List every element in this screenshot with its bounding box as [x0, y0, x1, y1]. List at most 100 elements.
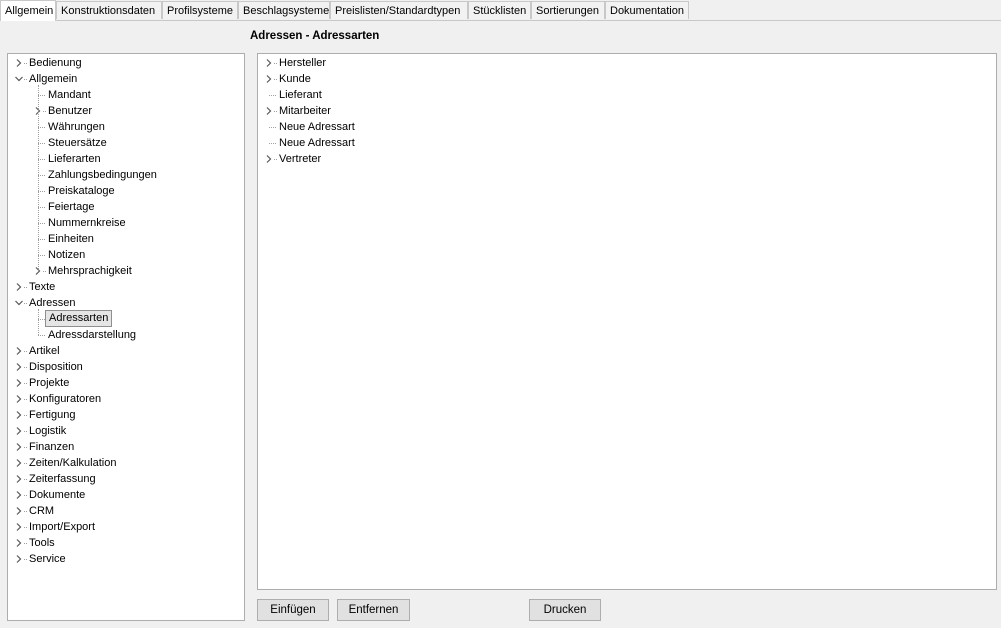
- chevron-right-icon[interactable]: [264, 55, 274, 71]
- tree-item-label[interactable]: Mandant: [45, 87, 94, 103]
- tree-item-label[interactable]: CRM: [26, 503, 57, 519]
- tree-item-label[interactable]: Hersteller: [276, 55, 329, 71]
- chevron-right-icon[interactable]: [14, 519, 24, 535]
- tree-item-mitarbeiter[interactable]: Mitarbeiter: [258, 103, 996, 119]
- chevron-down-icon[interactable]: [14, 71, 24, 87]
- tree-item-adressen[interactable]: Adressen: [8, 295, 244, 311]
- tree-item-label[interactable]: Adressarten: [45, 310, 113, 327]
- tree-item-label[interactable]: Nummernkreise: [45, 215, 129, 231]
- tree-item-dokumente[interactable]: Dokumente: [8, 487, 244, 503]
- tree-item-label[interactable]: Texte: [26, 279, 58, 295]
- chevron-right-icon[interactable]: [14, 343, 24, 359]
- tree-item-label[interactable]: Adressen: [26, 295, 78, 311]
- tree-item-allgemein[interactable]: Allgemein: [8, 71, 244, 87]
- tree-item-vertreter[interactable]: Vertreter: [258, 151, 996, 167]
- tree-item-notizen[interactable]: Notizen: [8, 247, 244, 263]
- chevron-right-icon[interactable]: [14, 375, 24, 391]
- tree-item-mehrsprachigkeit[interactable]: Mehrsprachigkeit: [8, 263, 244, 279]
- chevron-right-icon[interactable]: [14, 471, 24, 487]
- tree-item-label[interactable]: Steuersätze: [45, 135, 110, 151]
- chevron-right-icon[interactable]: [14, 503, 24, 519]
- tree-item-label[interactable]: Einheiten: [45, 231, 97, 247]
- chevron-right-icon[interactable]: [14, 535, 24, 551]
- chevron-down-icon[interactable]: [14, 295, 24, 311]
- tree-item-feiertage[interactable]: Feiertage: [8, 199, 244, 215]
- chevron-right-icon[interactable]: [264, 71, 274, 87]
- tree-item-disposition[interactable]: Disposition: [8, 359, 244, 375]
- tree-item-tools[interactable]: Tools: [8, 535, 244, 551]
- address-types-tree-panel[interactable]: Hersteller Kunde Lieferant Mitarbeiter Neue …: [257, 53, 997, 590]
- tree-item-projekte[interactable]: Projekte: [8, 375, 244, 391]
- chevron-right-icon[interactable]: [14, 391, 24, 407]
- tree-item-adressarten[interactable]: Adressarten: [8, 310, 244, 327]
- tree-item-hersteller[interactable]: Hersteller: [258, 55, 996, 71]
- tree-item-label[interactable]: Kunde: [276, 71, 314, 87]
- chevron-right-icon[interactable]: [264, 151, 274, 167]
- tree-item-mandant[interactable]: Mandant: [8, 87, 244, 103]
- tree-item-texte[interactable]: Texte: [8, 279, 244, 295]
- print-button[interactable]: Drucken: [529, 599, 601, 621]
- tree-item-finanzen[interactable]: Finanzen: [8, 439, 244, 455]
- chevron-right-icon[interactable]: [14, 551, 24, 567]
- tree-item-nummernkreise[interactable]: Nummernkreise: [8, 215, 244, 231]
- tree-item-zeiten-kalkulation[interactable]: Zeiten/Kalkulation: [8, 455, 244, 471]
- tree-item-label[interactable]: Zeiterfassung: [26, 471, 99, 487]
- chevron-right-icon[interactable]: [14, 455, 24, 471]
- chevron-right-icon[interactable]: [14, 55, 24, 71]
- tree-item-label[interactable]: Adressdarstellung: [45, 327, 139, 343]
- tree-item-label[interactable]: Projekte: [26, 375, 72, 391]
- tree-item-lieferarten[interactable]: Lieferarten: [8, 151, 244, 167]
- tree-item-label[interactable]: Allgemein: [26, 71, 80, 87]
- chevron-right-icon[interactable]: [14, 359, 24, 375]
- tree-item-label[interactable]: Benutzer: [45, 103, 95, 119]
- tree-item-label[interactable]: Finanzen: [26, 439, 77, 455]
- tab-preislisten[interactable]: Preislisten/Standardtypen: [330, 1, 468, 19]
- address-types-tree[interactable]: Hersteller Kunde Lieferant Mitarbeiter Neue …: [258, 54, 996, 589]
- chevron-right-icon[interactable]: [14, 487, 24, 503]
- tree-item-kunde[interactable]: Kunde: [258, 71, 996, 87]
- tab-beschlagsysteme[interactable]: Beschlagsysteme: [238, 1, 330, 19]
- tree-item-label[interactable]: Zeiten/Kalkulation: [26, 455, 119, 471]
- tree-item-waehrungen[interactable]: Währungen: [8, 119, 244, 135]
- tree-item-label[interactable]: Service: [26, 551, 69, 567]
- tree-item-label[interactable]: Fertigung: [26, 407, 78, 423]
- tree-item-label[interactable]: Zahlungsbedingungen: [45, 167, 160, 183]
- tree-item-label[interactable]: Artikel: [26, 343, 63, 359]
- tree-item-label[interactable]: Bedienung: [26, 55, 85, 71]
- tree-item-konfiguratoren[interactable]: Konfiguratoren: [8, 391, 244, 407]
- tree-item-benutzer[interactable]: Benutzer: [8, 103, 244, 119]
- chevron-right-icon[interactable]: [14, 407, 24, 423]
- tree-item-label[interactable]: Import/Export: [26, 519, 98, 535]
- tree-item-lieferant[interactable]: Lieferant: [258, 87, 996, 103]
- tree-item-adressdarstellung[interactable]: Adressdarstellung: [8, 327, 244, 343]
- tab-allgemein[interactable]: Allgemein: [0, 0, 56, 21]
- tree-item-artikel[interactable]: Artikel: [8, 343, 244, 359]
- tree-item-label[interactable]: Währungen: [45, 119, 108, 135]
- tree-item-neue-adressart[interactable]: Neue Adressart: [258, 135, 996, 151]
- navigation-tree-panel[interactable]: Bedienung Allgemein Mandant Benutzer Währung…: [7, 53, 245, 621]
- tree-item-label[interactable]: Lieferarten: [45, 151, 104, 167]
- tree-item-fertigung[interactable]: Fertigung: [8, 407, 244, 423]
- chevron-right-icon[interactable]: [14, 423, 24, 439]
- tree-item-label[interactable]: Konfiguratoren: [26, 391, 104, 407]
- insert-button[interactable]: Einfügen: [257, 599, 329, 621]
- tree-item-preiskataloge[interactable]: Preiskataloge: [8, 183, 244, 199]
- tab-stuecklisten[interactable]: Stücklisten: [468, 1, 531, 19]
- tab-sortierungen[interactable]: Sortierungen: [531, 1, 605, 19]
- tree-item-service[interactable]: Service: [8, 551, 244, 567]
- tab-dokumentation[interactable]: Dokumentation: [605, 1, 689, 19]
- tree-item-label[interactable]: Lieferant: [276, 87, 325, 103]
- tree-item-label[interactable]: Dokumente: [26, 487, 88, 503]
- tree-item-label[interactable]: Vertreter: [276, 151, 324, 167]
- tree-item-einheiten[interactable]: Einheiten: [8, 231, 244, 247]
- tree-item-label[interactable]: Neue Adressart: [276, 119, 358, 135]
- tree-item-label[interactable]: Feiertage: [45, 199, 97, 215]
- tree-item-label[interactable]: Mitarbeiter: [276, 103, 334, 119]
- navigation-tree[interactable]: Bedienung Allgemein Mandant Benutzer Währung…: [8, 54, 244, 620]
- tree-item-import-export[interactable]: Import/Export: [8, 519, 244, 535]
- tree-item-neue-adressart[interactable]: Neue Adressart: [258, 119, 996, 135]
- tab-profilsysteme[interactable]: Profilsysteme: [162, 1, 238, 19]
- tree-item-steuersaetze[interactable]: Steuersätze: [8, 135, 244, 151]
- tree-item-bedienung[interactable]: Bedienung: [8, 55, 244, 71]
- chevron-right-icon[interactable]: [264, 103, 274, 119]
